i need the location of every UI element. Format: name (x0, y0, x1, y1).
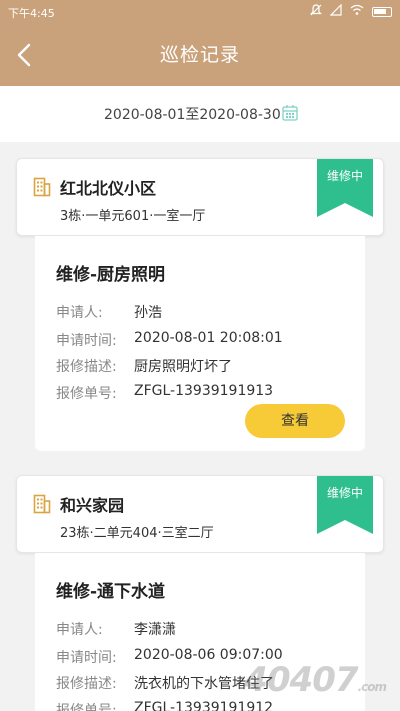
description-label: 报修描述: (56, 676, 117, 692)
order-no-row: 报修单号: ZFGL-13939191912 (56, 700, 273, 711)
status-text: 维修中 (326, 169, 363, 183)
back-button[interactable] (14, 42, 38, 68)
calendar-icon[interactable] (282, 104, 298, 121)
signal-icon (329, 3, 342, 20)
order-no-label: 报修单号: (56, 703, 117, 711)
unit-address: 23栋·二单元404·三室二厅 (60, 526, 214, 541)
order-no-value: ZFGL-13939191912 (134, 700, 274, 711)
wifi-icon (350, 4, 364, 20)
status-time: 下午4:45 (8, 7, 55, 20)
nav-bar: 巡检记录 (0, 24, 400, 86)
building-icon (33, 177, 51, 197)
record-group: 红北北仪小区 3栋·一单元601·一室一厅 维修中 维修-厨房照明 申请人: 孙… (16, 158, 384, 451)
mute-icon (310, 4, 322, 20)
status-badge: 维修中 (317, 476, 373, 534)
page-title: 巡检记录 (159, 44, 240, 66)
apply-time-value: 2020-08-01 20:08:01 (134, 330, 283, 346)
applicant-value: 李潇潇 (134, 622, 176, 638)
repair-detail-card: 维修-厨房照明 申请人: 孙浩 申请时间: 2020-08-01 20:08:0… (35, 236, 365, 451)
order-no-row: 报修单号: ZFGL-13939191913 (56, 383, 273, 403)
apply-time-label: 申请时间: (56, 650, 117, 666)
applicant-row: 申请人: 李潇潇 (56, 619, 176, 639)
status-badge: 维修中 (317, 159, 373, 217)
description-label: 报修描述: (56, 359, 117, 375)
date-range[interactable]: 2020-08-01至2020-08-30 (104, 104, 281, 124)
applicant-label: 申请人: (56, 305, 103, 321)
complex-name: 和兴家园 (60, 496, 125, 515)
watermark-logo: 40407.com (244, 660, 387, 700)
unit-address: 3栋·一单元601·一室一厅 (60, 209, 206, 224)
property-card: 红北北仪小区 3栋·一单元601·一室一厅 维修中 (16, 158, 384, 236)
property-card: 和兴家园 23栋·二单元404·三室二厅 维修中 (16, 475, 384, 553)
description-row: 报修描述: 厨房照明灯坏了 (56, 356, 232, 376)
description-row: 报修描述: 洗衣机的下水管堵住了 (56, 673, 274, 693)
apply-time-row: 申请时间: 2020-08-06 09:07:00 (56, 647, 283, 667)
watermark-suffix: .com (357, 680, 387, 694)
apply-time-row: 申请时间: 2020-08-01 20:08:01 (56, 330, 283, 350)
repair-title: 维修-通下水道 (56, 582, 166, 602)
chevron-left-icon (17, 43, 31, 67)
order-no-label: 报修单号: (56, 386, 117, 402)
applicant-label: 申请人: (56, 622, 103, 638)
applicant-row: 申请人: 孙浩 (56, 302, 162, 322)
complex-name: 红北北仪小区 (60, 179, 157, 198)
date-filter-bar[interactable]: 2020-08-01至2020-08-30 (0, 86, 400, 142)
order-no-value: ZFGL-13939191913 (134, 383, 274, 399)
status-text: 维修中 (326, 486, 363, 500)
description-value: 厨房照明灯坏了 (134, 359, 232, 375)
status-icons (310, 3, 392, 20)
battery-icon (372, 7, 392, 17)
apply-time-label: 申请时间: (56, 333, 117, 349)
view-button[interactable]: 查看 (245, 404, 345, 438)
repair-title: 维修-厨房照明 (56, 265, 166, 285)
building-icon (33, 494, 51, 514)
applicant-value: 孙浩 (134, 305, 162, 321)
status-bar: 下午4:45 (0, 0, 400, 24)
watermark-text: 40407 (244, 660, 358, 700)
